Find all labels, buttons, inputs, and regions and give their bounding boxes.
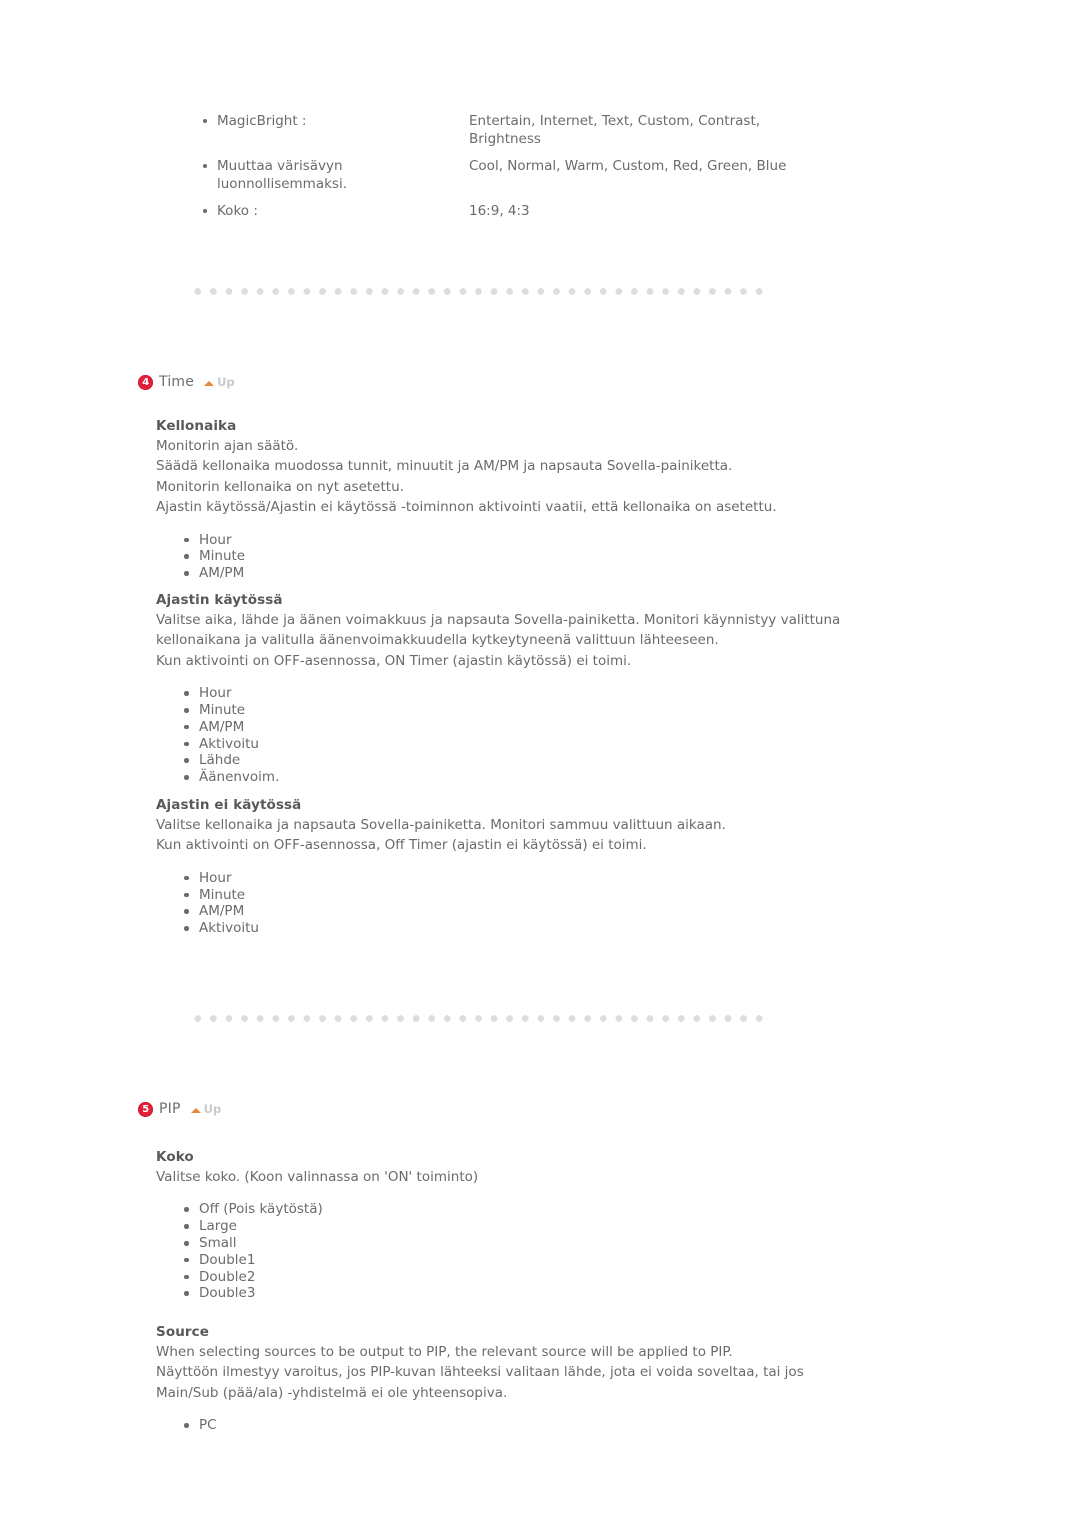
paragraph-line: Säädä kellonaika muodossa tunnit, minuut… bbox=[156, 458, 733, 475]
section-header-time: 4 Time Up bbox=[138, 374, 235, 390]
option-list: Hour Minute AM/PM Aktivoitu Lähde Äänenv… bbox=[156, 685, 856, 786]
list-item: Lähde bbox=[184, 752, 856, 769]
option-list: Off (Pois käytöstä) Large Small Double1 … bbox=[156, 1201, 856, 1302]
block-title: Koko bbox=[156, 1149, 194, 1165]
spec-label: MagicBright : bbox=[196, 112, 469, 130]
section-header-pip: 5 PIP Up bbox=[138, 1101, 221, 1117]
block-ajastin-ei-kaytossa: Ajastin ei käytössä Valitse kellonaika j… bbox=[156, 797, 856, 937]
block-title: Source bbox=[156, 1324, 210, 1340]
block-kellonaika: Kellonaika Monitorin ajan säätö. Säädä k… bbox=[156, 418, 856, 582]
triangle-up-icon bbox=[204, 380, 215, 386]
block-paragraph: When selecting sources to be output to P… bbox=[156, 1342, 856, 1403]
list-item: AM/PM bbox=[184, 719, 856, 736]
block-title: Kellonaika bbox=[156, 418, 237, 434]
list-item: Äänenvoim. bbox=[184, 769, 856, 786]
block-paragraph: Valitse kellonaika ja napsauta Sovella-p… bbox=[156, 815, 856, 856]
paragraph-line: Valitse koko. (Koon valinnassa on 'ON' t… bbox=[156, 1169, 479, 1185]
block-pip-koko: Koko Valitse koko. (Koon valinnassa on '… bbox=[156, 1149, 856, 1302]
paragraph-line: Näyttöön ilmestyy varoitus, jos PIP-kuva… bbox=[156, 1364, 804, 1401]
list-item: Hour bbox=[184, 685, 856, 702]
list-item: Aktivoitu bbox=[184, 920, 856, 937]
block-paragraph: Monitorin ajan säätö. Säädä kellonaika m… bbox=[156, 436, 856, 518]
block-title: Ajastin ei käytössä bbox=[156, 797, 302, 813]
section-title: PIP bbox=[159, 1101, 181, 1117]
dotted-divider bbox=[190, 1015, 768, 1022]
block-paragraph: Valitse koko. (Koon valinnassa on 'ON' t… bbox=[156, 1167, 856, 1187]
up-link[interactable]: Up bbox=[190, 1102, 222, 1116]
block-pip-source: Source When selecting sources to be outp… bbox=[156, 1324, 856, 1434]
up-link-label: Up bbox=[203, 1102, 222, 1116]
list-item: Hour bbox=[184, 532, 856, 549]
list-item: Aktivoitu bbox=[184, 736, 856, 753]
section-number-badge-icon: 4 bbox=[138, 374, 153, 390]
block-paragraph: Valitse aika, lähde ja äänen voimakkuus … bbox=[156, 610, 856, 671]
triangle-up-icon bbox=[190, 1107, 201, 1113]
paragraph-line: Valitse kellonaika ja napsauta Sovella-p… bbox=[156, 817, 726, 833]
list-item: Small bbox=[184, 1235, 856, 1252]
list-item: Hour bbox=[184, 870, 856, 887]
block-title: Ajastin käytössä bbox=[156, 592, 283, 608]
spec-value: 16:9, 4:3 bbox=[469, 203, 530, 219]
list-item: Double1 bbox=[184, 1252, 856, 1269]
spec-table: MagicBright : Entertain, Internet, Text,… bbox=[196, 112, 796, 229]
section-title: Time bbox=[159, 374, 195, 390]
paragraph-line: Kun aktivointi on OFF-asennossa, Off Tim… bbox=[156, 837, 647, 854]
up-link[interactable]: Up bbox=[204, 375, 235, 389]
paragraph-line: Monitorin kellonaika on nyt asetettu. bbox=[156, 478, 404, 495]
block-ajastin-kaytossa: Ajastin käytössä Valitse aika, lähde ja … bbox=[156, 592, 856, 786]
spec-value: Cool, Normal, Warm, Custom, Red, Green, … bbox=[469, 158, 787, 174]
paragraph-line: Monitorin ajan säätö. bbox=[156, 438, 299, 454]
paragraph-line: Valitse aika, lähde ja äänen voimakkuus … bbox=[156, 612, 841, 649]
table-row: Muuttaa värisävyn luonnollisemmaksi. Coo… bbox=[196, 157, 796, 193]
spec-value: Entertain, Internet, Text, Custom, Contr… bbox=[469, 113, 761, 147]
list-item: Large bbox=[184, 1218, 856, 1235]
section-number-badge-icon: 5 bbox=[138, 1101, 153, 1117]
option-list: Hour Minute AM/PM Aktivoitu bbox=[156, 870, 856, 937]
paragraph-line: Ajastin käytössä/Ajastin ei käytössä -to… bbox=[156, 499, 777, 516]
list-item: Minute bbox=[184, 887, 856, 904]
list-item: Double2 bbox=[184, 1269, 856, 1286]
list-item: Minute bbox=[184, 548, 856, 565]
paragraph-line: Kun aktivointi on OFF-asennossa, ON Time… bbox=[156, 652, 632, 669]
list-item: PC bbox=[184, 1417, 856, 1434]
spec-label: Koko : bbox=[196, 202, 469, 220]
list-item: AM/PM bbox=[184, 565, 856, 582]
list-item: Off (Pois käytöstä) bbox=[184, 1201, 856, 1218]
table-row: Koko : 16:9, 4:3 bbox=[196, 202, 796, 220]
list-item: AM/PM bbox=[184, 903, 856, 920]
list-item: Double3 bbox=[184, 1285, 856, 1302]
up-link-label: Up bbox=[217, 375, 235, 389]
list-item: Minute bbox=[184, 702, 856, 719]
spec-label: Muuttaa värisävyn luonnollisemmaksi. bbox=[196, 157, 469, 193]
paragraph-line: When selecting sources to be output to P… bbox=[156, 1344, 733, 1360]
dotted-divider bbox=[190, 288, 768, 295]
option-list: Hour Minute AM/PM bbox=[156, 532, 856, 582]
option-list: PC bbox=[156, 1417, 856, 1434]
table-row: MagicBright : Entertain, Internet, Text,… bbox=[196, 112, 796, 148]
